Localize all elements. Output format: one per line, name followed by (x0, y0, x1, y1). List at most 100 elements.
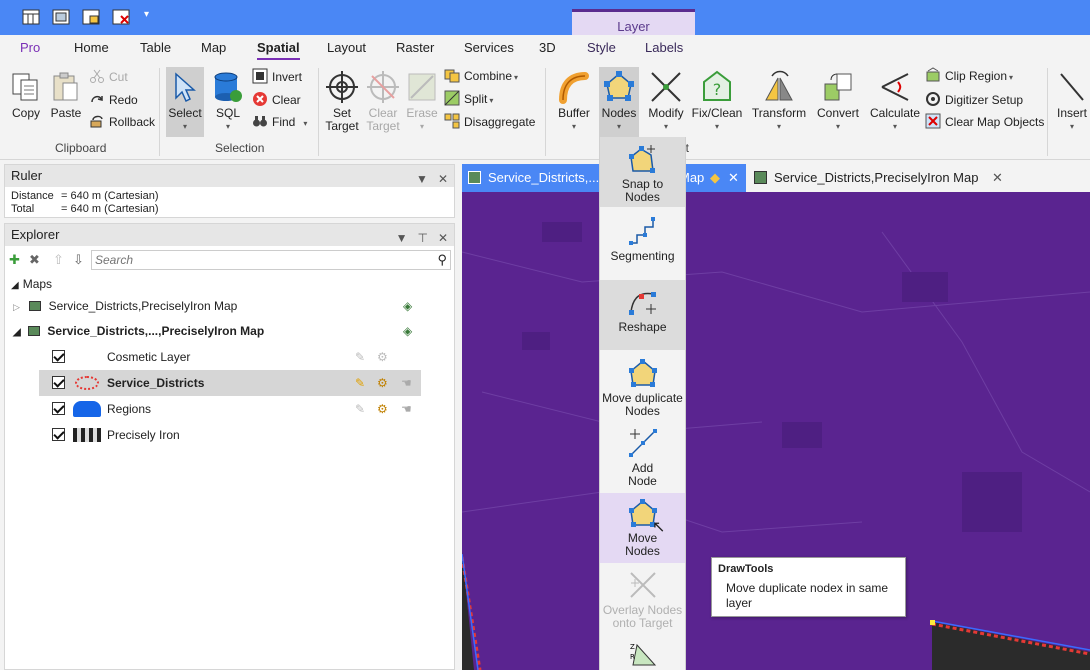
tab-style[interactable]: Style (587, 40, 616, 55)
ruler-panel: Ruler ▼ ✕ Distance = 640 m (Cartesian) Tot… (4, 164, 455, 218)
fix-clean-button[interactable]: ? Fix/Clean ▾ (691, 70, 743, 133)
layer-row[interactable]: Cosmetic Layer ✎ ⚙ (39, 344, 419, 370)
expand-icon[interactable]: ▷ (13, 302, 20, 312)
clear-map-objects-button[interactable]: Clear Map Objects (925, 113, 1044, 131)
maps-label: Maps (22, 277, 53, 291)
collapse-icon[interactable]: ◢ (13, 327, 21, 338)
snap-to-nodes-menu-item[interactable]: Snap to Nodes (600, 137, 685, 207)
close-icon[interactable]: ✕ (438, 172, 448, 186)
hand-icon[interactable]: ☚ (401, 396, 412, 422)
sql-button[interactable]: SQL ▾ (210, 70, 246, 133)
doc-tab-2-label: Service_Districts,PreciselyIron Map (774, 170, 979, 185)
clear-button[interactable]: Clear (252, 91, 301, 109)
copy-icon (9, 70, 43, 104)
find-button[interactable]: Find ▾ (252, 113, 307, 131)
map-view-icon[interactable]: ◈ (403, 318, 412, 344)
tab-map[interactable]: Map (201, 40, 226, 55)
add-node-menu-item[interactable]: Add Node (600, 423, 685, 493)
search-icon[interactable]: ⚲ (437, 252, 447, 268)
panel-menu-icon[interactable]: ▼ (416, 172, 428, 186)
hand-icon[interactable]: ☚ (401, 370, 412, 396)
digitizer-setup-button[interactable]: Digitizer Setup (925, 91, 1023, 109)
selectable-icon[interactable]: ⚙ (377, 370, 388, 396)
transform-button[interactable]: Transform ▾ (750, 70, 808, 133)
tab-3d[interactable]: 3D (539, 40, 556, 55)
cut-button[interactable]: Cut (89, 68, 128, 86)
close-icon[interactable]: ✕ (728, 164, 739, 192)
search-input[interactable] (92, 251, 422, 269)
map-item-1[interactable]: ▷ Service_Districts,PreciselyIron Map ◈ (11, 293, 421, 319)
doc-tab-2[interactable]: Service_Districts,PreciselyIron Map ✕ (748, 164, 1008, 192)
search-box[interactable]: ⚲ (91, 250, 451, 270)
convert-button[interactable]: Convert ▾ (815, 70, 861, 133)
erase-icon (405, 70, 439, 104)
layer-visibility-checkbox[interactable] (52, 350, 65, 363)
insert-button[interactable]: Insert ▾ (1054, 70, 1090, 133)
tab-raster[interactable]: Raster (396, 40, 434, 55)
quick-access-open-icon[interactable] (82, 9, 100, 25)
layer-visibility-checkbox[interactable] (52, 376, 65, 389)
edit-pencil-icon[interactable]: ✎ (355, 344, 365, 370)
quick-access-customize-icon[interactable]: ▾ (144, 9, 162, 25)
map-item-2[interactable]: ◢ Service_Districts,...,PreciselyIron Ma… (11, 318, 421, 344)
rollback-button[interactable]: Rollback (89, 113, 155, 131)
redo-button[interactable]: Redo (89, 91, 138, 109)
clip-region-button[interactable]: Clip Region ▾ (925, 67, 1013, 85)
buffer-button[interactable]: Buffer ▾ (555, 70, 593, 133)
move-duplicate-nodes-menu-item[interactable]: Move duplicate Nodes (600, 351, 685, 421)
copy-button[interactable]: Copy (8, 70, 44, 120)
modify-button[interactable]: Modify ▾ (645, 70, 687, 133)
erase-button[interactable]: Erase ▾ (405, 70, 439, 133)
move-up-icon[interactable]: ⇧ (53, 252, 64, 268)
selectable-icon[interactable]: ⚙ (377, 396, 388, 422)
combine-button[interactable]: Combine ▾ (444, 67, 518, 85)
disaggregate-button[interactable]: Disaggregate (444, 113, 535, 131)
pin-icon[interactable]: ⊤ (417, 231, 427, 245)
remove-icon[interactable]: ✖ (29, 252, 40, 268)
collapse-icon[interactable]: ◢ (11, 280, 19, 291)
layer-row-selected[interactable]: Service_Districts ✎ ⚙ ☚ (39, 370, 421, 396)
move-nodes-menu-item[interactable]: Move Nodes ↖ (600, 493, 685, 563)
clip-region-label: Clip Region (945, 69, 1008, 83)
panel-menu-icon[interactable]: ▼ (396, 231, 408, 245)
invert-button[interactable]: Invert (252, 68, 302, 86)
add-icon[interactable]: ✚ (9, 252, 20, 268)
disaggregate-icon (444, 113, 460, 129)
close-icon[interactable]: ✕ (438, 231, 448, 245)
split-button[interactable]: Split ▾ (444, 90, 493, 108)
move-down-icon[interactable]: ⇩ (73, 252, 84, 268)
edit-pencil-icon[interactable]: ✎ (355, 396, 365, 422)
overlay-nodes-menu-item[interactable]: Overlay Nodes onto Target (600, 565, 685, 635)
paste-button[interactable]: Paste (48, 70, 84, 120)
doc-tab-1-label: Service_Districts,..., (488, 170, 603, 185)
convert-dropdown-caret: ▾ (835, 122, 840, 131)
select-button[interactable]: Select ▾ (166, 67, 204, 137)
more-menu-item[interactable]: ZR (600, 637, 685, 670)
nodes-button[interactable]: Nodes ▾ (599, 67, 639, 137)
tab-table[interactable]: Table (140, 40, 171, 55)
tab-home[interactable]: Home (74, 40, 109, 55)
selectable-icon[interactable]: ⚙ (377, 344, 388, 370)
clear-target-button[interactable]: Clear Target (364, 70, 402, 133)
layer-row[interactable]: Regions ✎ ⚙ ☚ (39, 396, 419, 422)
quick-access-close-table-icon[interactable] (112, 9, 130, 25)
close-icon[interactable]: ✕ (992, 164, 1003, 192)
tab-services[interactable]: Services (464, 40, 514, 55)
map-view-icon[interactable]: ◈ (403, 293, 412, 319)
tab-labels[interactable]: Labels (645, 40, 683, 55)
tab-layout[interactable]: Layout (327, 40, 366, 55)
layer-visibility-checkbox[interactable] (52, 402, 65, 415)
calculate-button[interactable]: Calculate ▾ (868, 70, 922, 133)
segmenting-menu-item[interactable]: Segmenting (600, 209, 685, 279)
map-icon (754, 171, 767, 184)
reshape-menu-item[interactable]: Reshape (600, 280, 685, 350)
quick-access-window-icon[interactable] (52, 9, 70, 25)
edit-pencil-icon[interactable]: ✎ (355, 370, 365, 396)
modify-label: Modify (648, 106, 684, 120)
quick-access-table-icon[interactable] (22, 9, 40, 25)
set-target-button[interactable]: Set Target (323, 70, 361, 133)
tab-spatial[interactable]: Spatial (257, 40, 300, 60)
tab-pro[interactable]: Pro (20, 40, 40, 55)
layer-row[interactable]: Precisely Iron (39, 422, 419, 448)
layer-visibility-checkbox[interactable] (52, 428, 65, 441)
